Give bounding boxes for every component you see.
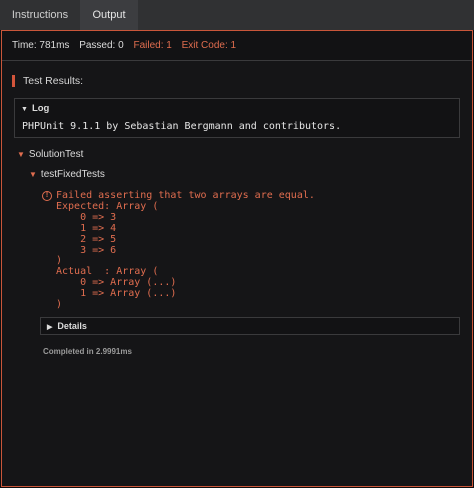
log-toggle[interactable]: ▼ Log bbox=[21, 103, 49, 114]
suite-name: SolutionTest bbox=[28, 149, 84, 160]
testcase-name: testFixedTests bbox=[40, 169, 105, 180]
error-circle-icon: ! bbox=[42, 191, 52, 201]
status-passed: Passed: 0 bbox=[79, 40, 124, 51]
triangle-down-icon: ▼ bbox=[29, 170, 37, 179]
completed-time: Completed in 2.9991ms bbox=[43, 347, 132, 356]
test-results-title: Test Results: bbox=[23, 75, 84, 87]
status-exit-code: Exit Code: 1 bbox=[181, 40, 237, 51]
accent-bar bbox=[12, 75, 15, 87]
output-panel: Time: 781ms Passed: 0 Failed: 1 Exit Cod… bbox=[1, 30, 473, 487]
triangle-down-icon: ▼ bbox=[21, 106, 28, 113]
triangle-down-icon: ▼ bbox=[17, 150, 25, 159]
log-title: Log bbox=[31, 103, 50, 114]
failure-title: Failed asserting that two arrays are equ… bbox=[56, 190, 315, 201]
testcase-toggle[interactable]: ▼ testFixedTests bbox=[29, 169, 105, 180]
details-label: Details bbox=[57, 321, 87, 331]
status-failed: Failed: 1 bbox=[133, 40, 172, 51]
tab-instructions[interactable]: Instructions bbox=[0, 0, 80, 30]
details-toggle[interactable]: ▶ Details bbox=[40, 317, 460, 335]
status-bar: Time: 781ms Passed: 0 Failed: 1 Exit Cod… bbox=[2, 31, 472, 61]
status-time: Time: 781ms bbox=[12, 40, 70, 51]
suite-toggle[interactable]: ▼ SolutionTest bbox=[17, 149, 83, 160]
test-results-header: Test Results: bbox=[12, 75, 83, 87]
log-line: PHPUnit 9.1.1 by Sebastian Bergmann and … bbox=[22, 121, 342, 132]
tab-output[interactable]: Output bbox=[80, 0, 138, 30]
tab-bar: Instructions Output bbox=[0, 0, 474, 30]
failure-body: Expected: Array ( 0 => 3 1 => 4 2 => 5 3… bbox=[56, 200, 177, 311]
log-panel: ▼ Log PHPUnit 9.1.1 by Sebastian Bergmann… bbox=[14, 98, 460, 138]
failure-message: ! Failed asserting that two arrays are eq… bbox=[42, 190, 315, 311]
triangle-right-icon: ▶ bbox=[47, 324, 53, 331]
